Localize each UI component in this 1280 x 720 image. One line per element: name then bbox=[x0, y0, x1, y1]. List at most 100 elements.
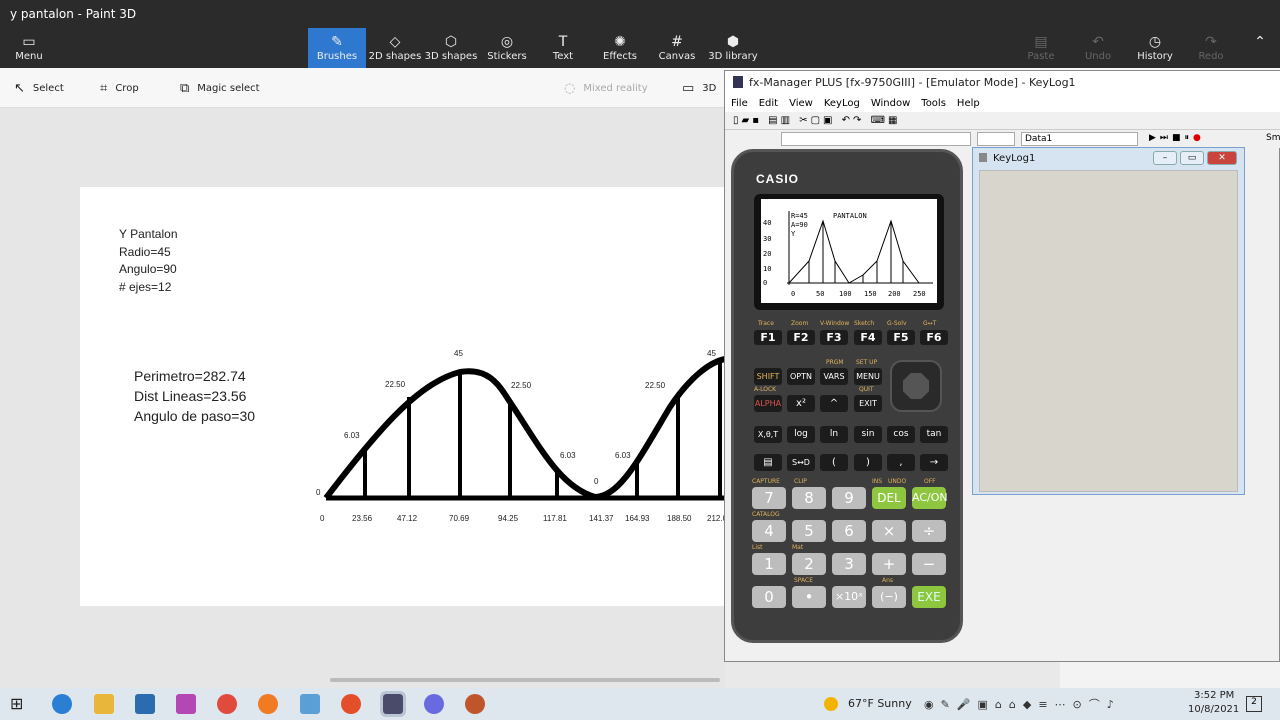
app-icon[interactable] bbox=[300, 694, 320, 714]
clock-time[interactable]: 3:52 PM bbox=[1194, 690, 1234, 701]
tab-canvas[interactable]: # Canvas bbox=[648, 28, 706, 68]
mail-icon[interactable] bbox=[135, 694, 155, 714]
store-key[interactable]: → bbox=[920, 454, 948, 471]
f1-key[interactable]: F1 bbox=[754, 330, 782, 345]
close-paren-key[interactable]: ) bbox=[854, 454, 882, 471]
cos-key[interactable]: cos bbox=[887, 426, 915, 443]
vars-key[interactable]: VARS bbox=[820, 368, 848, 385]
key-2[interactable]: 2 bbox=[792, 553, 826, 575]
square-key[interactable]: x² bbox=[787, 395, 815, 412]
menu-key[interactable]: MENU bbox=[854, 368, 882, 385]
negative-key[interactable]: (−) bbox=[872, 586, 906, 608]
minimize-button[interactable]: – bbox=[1153, 151, 1177, 165]
edge-icon[interactable] bbox=[52, 694, 72, 714]
key-5[interactable]: 5 bbox=[792, 520, 826, 542]
extra-app-icon[interactable] bbox=[465, 694, 485, 714]
optn-key[interactable]: OPTN bbox=[787, 368, 815, 385]
minus-key[interactable]: − bbox=[912, 553, 946, 575]
menu-window[interactable]: Window bbox=[871, 98, 910, 109]
dpad[interactable] bbox=[890, 360, 942, 412]
plus-key[interactable]: + bbox=[872, 553, 906, 575]
f2-key[interactable]: F2 bbox=[787, 330, 815, 345]
firefox-icon[interactable] bbox=[258, 694, 278, 714]
key-4[interactable]: 4 bbox=[752, 520, 786, 542]
chrome-icon[interactable] bbox=[217, 694, 237, 714]
fx-manager-taskbar-icon[interactable] bbox=[380, 691, 406, 717]
shift-key[interactable]: SHIFT bbox=[754, 368, 782, 385]
notification-icon[interactable]: 2 bbox=[1246, 696, 1262, 712]
key-1[interactable]: 1 bbox=[752, 553, 786, 575]
key-0[interactable]: 0 bbox=[752, 586, 786, 608]
close-button[interactable]: ✕ bbox=[1207, 151, 1237, 165]
fraction-key[interactable]: ▤ bbox=[754, 454, 782, 471]
menu-tools[interactable]: Tools bbox=[921, 98, 946, 109]
undo-button[interactable]: ↶ Undo bbox=[1069, 28, 1127, 68]
horizontal-scrollbar[interactable] bbox=[330, 678, 720, 682]
redo-button[interactable]: ↷ Redo bbox=[1182, 28, 1240, 68]
sd-key[interactable]: S↔D bbox=[787, 454, 815, 471]
del-key[interactable]: DEL bbox=[872, 487, 906, 509]
maximize-button[interactable]: ▭ bbox=[1180, 151, 1204, 165]
f4-key[interactable]: F4 bbox=[854, 330, 882, 345]
key-8[interactable]: 8 bbox=[792, 487, 826, 509]
data-dropdown[interactable]: Data1 bbox=[1021, 132, 1138, 146]
menu-view[interactable]: View bbox=[789, 98, 813, 109]
tab-effects[interactable]: ✺ Effects bbox=[591, 28, 649, 68]
key-7[interactable]: 7 bbox=[752, 487, 786, 509]
tab-brushes[interactable]: ✎ Brushes bbox=[308, 28, 366, 68]
exp-key[interactable]: ×10ˣ bbox=[832, 586, 866, 608]
sm-button[interactable]: Sm bbox=[1266, 133, 1280, 143]
sin-key[interactable]: sin bbox=[854, 426, 882, 443]
toolbar-icons[interactable]: ▯▰▪ ▤▥ ✂▢▣ ↶↷ ⌨▦ bbox=[733, 115, 901, 126]
decimal-key[interactable]: • bbox=[792, 586, 826, 608]
paste-button[interactable]: ▤ Paste bbox=[1012, 28, 1070, 68]
paint3d-taskbar-icon[interactable] bbox=[424, 694, 444, 714]
mixed-reality-button[interactable]: ◌ Mixed reality bbox=[564, 81, 648, 96]
ac-on-key[interactable]: AC/ON bbox=[912, 487, 948, 509]
multiply-key[interactable]: × bbox=[872, 520, 906, 542]
f5-key[interactable]: F5 bbox=[887, 330, 915, 345]
tab-3d-shapes[interactable]: ⬡ 3D shapes bbox=[422, 28, 480, 68]
menu-help[interactable]: Help bbox=[957, 98, 980, 109]
open-paren-key[interactable]: ( bbox=[820, 454, 848, 471]
crop-tool[interactable]: ⌗ Crop bbox=[100, 81, 139, 96]
menu-edit[interactable]: Edit bbox=[759, 98, 778, 109]
exe-key[interactable]: EXE bbox=[912, 586, 946, 608]
comma-key[interactable]: , bbox=[887, 454, 915, 471]
menu-button[interactable]: ▭ Menu bbox=[0, 28, 58, 68]
menu-keylog[interactable]: KeyLog bbox=[824, 98, 860, 109]
playback-controls[interactable]: ▶⏭■⏸● bbox=[1149, 133, 1205, 143]
tab-text[interactable]: T Text bbox=[534, 28, 592, 68]
collapse-button[interactable]: ⌃ bbox=[1240, 28, 1280, 68]
browser-icon[interactable] bbox=[341, 694, 361, 714]
weather-text[interactable]: 67°F Sunny bbox=[848, 697, 912, 710]
log-key[interactable]: log bbox=[787, 426, 815, 443]
ln-key[interactable]: ln bbox=[820, 426, 848, 443]
f3-key[interactable]: F3 bbox=[820, 330, 848, 345]
drawing-canvas[interactable]: Y Pantalon Radio=45 Angulo=90 # ejes=12 … bbox=[80, 187, 727, 606]
view-3d-button[interactable]: ▭ 3D bbox=[682, 81, 716, 96]
key-9[interactable]: 9 bbox=[832, 487, 866, 509]
divide-key[interactable]: ÷ bbox=[912, 520, 946, 542]
exit-key[interactable]: EXIT bbox=[854, 395, 882, 412]
clock-date[interactable]: 10/8/2021 bbox=[1188, 704, 1239, 715]
tab-3d-library[interactable]: ⬢ 3D library bbox=[704, 28, 762, 68]
tan-key[interactable]: tan bbox=[920, 426, 948, 443]
tab-stickers[interactable]: ◎ Stickers bbox=[478, 28, 536, 68]
dropdown-1[interactable] bbox=[781, 132, 971, 146]
tab-2d-shapes[interactable]: ◇ 2D shapes bbox=[366, 28, 424, 68]
windows-start-icon[interactable]: ⊞ bbox=[10, 694, 30, 714]
xthetat-key[interactable]: X,θ,T bbox=[754, 426, 782, 443]
key-6[interactable]: 6 bbox=[832, 520, 866, 542]
keylog-content[interactable] bbox=[979, 170, 1238, 492]
f6-key[interactable]: F6 bbox=[920, 330, 948, 345]
key-3[interactable]: 3 bbox=[832, 553, 866, 575]
file-explorer-icon[interactable] bbox=[94, 694, 114, 714]
system-tray-icons[interactable]: ◉✎🎤▣⌂⌂◆≡⋯⊙⌒♪ bbox=[924, 696, 1121, 712]
select-tool[interactable]: ↖ Select bbox=[14, 81, 64, 96]
alpha-key[interactable]: ALPHA bbox=[754, 395, 782, 412]
dropdown-2[interactable] bbox=[977, 132, 1015, 146]
magic-select-tool[interactable]: ⧉ Magic select bbox=[180, 81, 260, 96]
menu-file[interactable]: File bbox=[731, 98, 748, 109]
power-key[interactable]: ^ bbox=[820, 395, 848, 412]
